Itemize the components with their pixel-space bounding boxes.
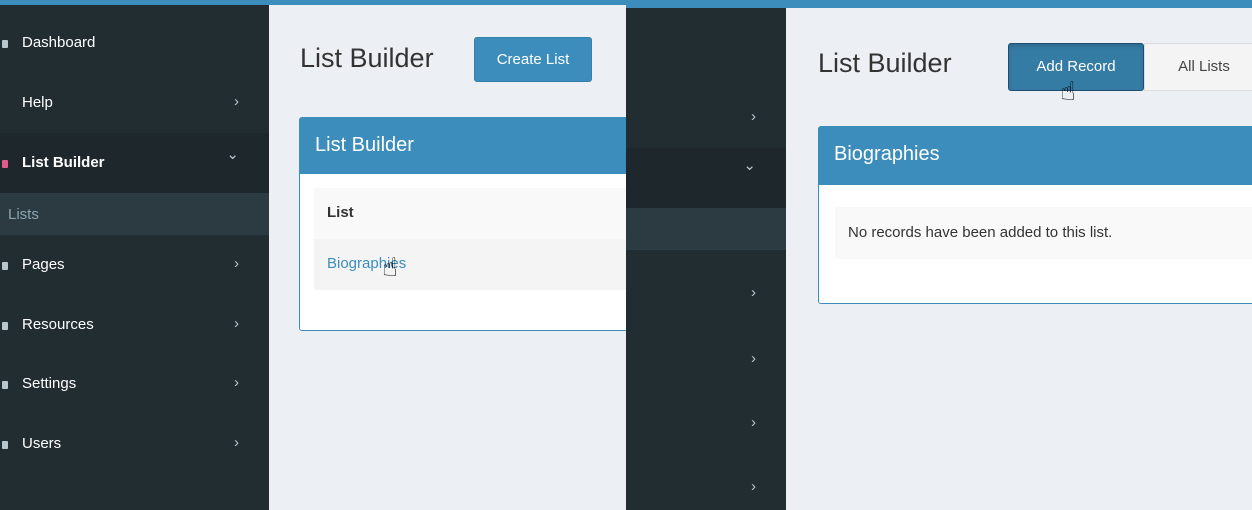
list-icon: [2, 160, 8, 168]
page-title: List Builder: [300, 43, 434, 73]
sidebar-item-pages[interactable]: ›: [626, 264, 786, 324]
sidebar: › ⌄ › › › ›: [626, 8, 786, 510]
gear-icon: [2, 381, 8, 389]
table-header: List: [314, 188, 626, 239]
left-screenshot: Dashboard Help › List Builder ⌄ Lists Pa…: [0, 0, 626, 510]
sidebar-item-help[interactable]: ›: [626, 88, 786, 148]
main-content: List Builder Create List List Builder Li…: [269, 5, 626, 510]
chevron-right-icon: ›: [234, 255, 239, 272]
users-icon: [2, 441, 8, 449]
sidebar-item-users[interactable]: Users ›: [0, 414, 269, 474]
box-title: Biographies: [834, 143, 940, 165]
sidebar-item-label: Help: [22, 94, 53, 111]
sidebar-item-list-builder[interactable]: ⌄: [626, 148, 786, 208]
empty-message: No records have been added to this list.: [848, 224, 1113, 241]
sidebar-item-resources[interactable]: Resources ›: [0, 295, 269, 355]
sidebar-item-settings[interactable]: ›: [626, 394, 786, 454]
sidebar: Dashboard Help › List Builder ⌄ Lists Pa…: [0, 5, 269, 510]
all-lists-button[interactable]: All Lists: [1144, 43, 1252, 91]
sidebar-item-users[interactable]: ›: [626, 458, 786, 510]
box-title: List Builder: [315, 134, 414, 156]
chevron-right-icon: ›: [234, 93, 239, 110]
sidebar-subitem-label: Lists: [8, 206, 39, 223]
table-row: Biographies: [314, 239, 626, 290]
sidebar-item-label: List Builder: [22, 154, 105, 171]
sidebar-item-label: Settings: [22, 375, 77, 392]
chevron-down-icon: ⌄: [743, 157, 756, 174]
hand-pointer-icon: ☝: [1060, 76, 1076, 106]
sidebar-item-label: Users: [22, 435, 62, 452]
biographies-box: Biographies No records have been added t…: [818, 126, 1252, 304]
chevron-right-icon: ›: [751, 350, 756, 367]
sidebar-item-settings[interactable]: Settings ›: [0, 354, 269, 414]
sidebar-item-dashboard[interactable]: Dashboard: [0, 13, 269, 73]
chevron-right-icon: ›: [751, 284, 756, 301]
chevron-down-icon: ⌄: [226, 146, 239, 163]
create-list-button[interactable]: Create List: [474, 37, 592, 82]
chevron-right-icon: ›: [234, 434, 239, 451]
chevron-right-icon: ›: [751, 108, 756, 125]
empty-state-row: No records have been added to this list.: [835, 207, 1252, 259]
sidebar-item-label: Dashboard: [22, 34, 96, 51]
sidebar-subitem-lists[interactable]: Lists: [0, 193, 269, 235]
hand-pointer-icon: ☝: [382, 252, 398, 282]
sidebar-item-pages[interactable]: Pages ›: [0, 235, 269, 295]
resources-icon: [2, 322, 8, 330]
chevron-right-icon: ›: [751, 414, 756, 431]
main-content: List Builder Add Record All Lists ☝ Biog…: [786, 8, 1252, 510]
dashboard-icon: [2, 40, 8, 48]
pages-icon: [2, 262, 8, 270]
box-header: Biographies: [819, 127, 1252, 185]
sidebar-item-list-builder[interactable]: List Builder ⌄: [0, 133, 269, 193]
box-header: List Builder: [300, 118, 626, 174]
table-header-cell: List: [327, 204, 354, 221]
sidebar-item-label: Pages: [22, 256, 65, 273]
chevron-right-icon: ›: [234, 374, 239, 391]
add-record-button[interactable]: Add Record: [1008, 43, 1144, 91]
list-builder-box: List Builder List Biographies ☝: [299, 117, 626, 331]
sidebar-item-label: Resources: [22, 316, 94, 333]
sidebar-item-help[interactable]: Help ›: [0, 73, 269, 133]
chevron-right-icon: ›: [234, 315, 239, 332]
right-screenshot: › ⌄ › › › › List Builder Add Record All …: [626, 0, 1252, 510]
sidebar-item-resources[interactable]: ›: [626, 330, 786, 390]
page-title: List Builder: [818, 48, 952, 78]
chevron-right-icon: ›: [751, 478, 756, 495]
sidebar-subitem-lists[interactable]: [626, 208, 786, 250]
